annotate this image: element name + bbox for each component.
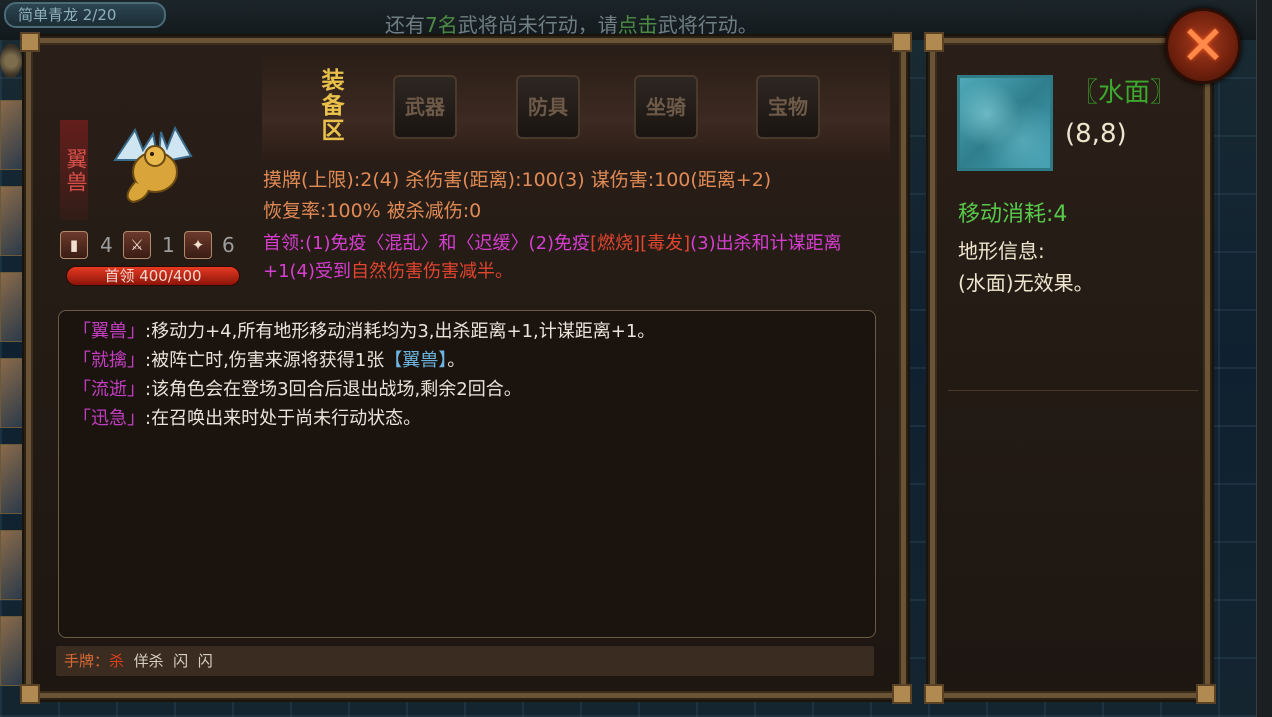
equipment-title: 装备区 (317, 67, 343, 143)
skill-row: 「翼兽」:移动力+4,所有地形移动消耗均为3,出杀距离+1,计谋距离+1。 (73, 317, 861, 346)
turn-notice: 还有7名武将尚未行动，请点击武将行动。 (385, 10, 845, 40)
stage-indicator: 简单青龙 2/20 (4, 2, 166, 28)
card-count: 4 (100, 233, 113, 257)
winged-beast-portrait (113, 125, 193, 204)
treasure-slot[interactable]: 宝物 (756, 75, 820, 139)
ability-part-1: 首领:(1)免疫〈混乱〉和〈迟缓〉(2)免疫 (263, 233, 591, 254)
skill-count: 6 (222, 233, 235, 257)
panel-corner (20, 684, 40, 704)
notice-after: 武将行动。 (657, 13, 758, 37)
attributes-line-2: 恢复率:100% 被杀减伤:0 (263, 200, 482, 222)
hand-bar: 手牌：杀 佯杀 闪 闪 (56, 646, 874, 676)
skill-text: :该角色会在登场3回合后退出战场,剩余2回合。 (145, 379, 522, 400)
move-cost: 移动消耗:4 (958, 202, 1068, 227)
panel-corner (924, 684, 944, 704)
skill-row: 「流逝」:该角色会在登场3回合后退出战场,剩余2回合。 (73, 375, 861, 404)
skills-box: 「翼兽」:移动力+4,所有地形移动消耗均为3,出杀距离+1,计谋距离+1。 「就… (58, 310, 876, 638)
portrait-thumb[interactable] (0, 530, 24, 600)
weapon-slot[interactable]: 武器 (393, 75, 457, 139)
terrain-coord: (8,8) (1065, 119, 1127, 149)
card-icon: ▮ (60, 231, 88, 259)
panel-corner (892, 684, 912, 704)
skill-row: 「就擒」:被阵亡时,伤害来源将获得1张【翼兽】。 (73, 346, 861, 375)
skill-tail: 。 (447, 350, 466, 371)
skill-text: :在召唤出来时处于尚未行动状态。 (145, 408, 422, 429)
attributes-line-1: 摸牌(上限):2(4) 杀伤害(距离):100(3) 谋伤害:100(距离+2) (263, 169, 772, 191)
panel-corner (924, 32, 944, 52)
terrain-info-text: (水面)无效果。 (958, 271, 1094, 295)
hand-card[interactable]: 闪 (173, 652, 188, 670)
hp-bar: 首领 400/400 (66, 266, 240, 286)
portrait-thumb[interactable] (0, 358, 24, 428)
terrain-info-label: 地形信息: (958, 239, 1045, 263)
sword-icon: ⚔ (123, 231, 151, 259)
skill-icon: ✦ (184, 231, 212, 259)
skill-text: :被阵亡时,伤害来源将获得1张 (145, 350, 385, 371)
skill-highlight: 【翼兽】 (384, 350, 448, 371)
skill-name: 「翼兽」 (73, 321, 145, 342)
terrain-name: 〖水面〗 (1072, 78, 1177, 108)
notice-click: 点击 (617, 13, 658, 37)
portrait-thumb[interactable] (0, 616, 24, 686)
hand-card[interactable]: 佯杀 (134, 652, 164, 670)
panel-corner (1196, 684, 1216, 704)
ability-burn: [燃烧][毒发] (590, 233, 691, 254)
skill-name: 「迅急」 (73, 408, 145, 429)
notice-before: 还有 (385, 13, 425, 37)
hand-label: 手牌： (64, 652, 110, 670)
ability-natural: 自然伤害伤害减半。 (351, 261, 514, 282)
portrait-thumb[interactable] (0, 186, 24, 256)
skill-name: 「流逝」 (73, 379, 145, 400)
sword-count: 1 (162, 233, 175, 257)
hand-card[interactable]: 杀 (109, 652, 124, 670)
skill-name: 「就擒」 (73, 350, 145, 371)
left-portrait-column (0, 100, 24, 700)
close-button[interactable]: ✕ (1165, 8, 1241, 84)
hand-card[interactable]: 闪 (198, 652, 213, 670)
armor-slot[interactable]: 防具 (516, 75, 580, 139)
gear-icon[interactable] (0, 44, 22, 78)
portrait-thumb[interactable] (0, 444, 24, 514)
mount-slot[interactable]: 坐骑 (634, 75, 698, 139)
notice-mid: 武将尚未行动，请 (457, 13, 618, 37)
divider (948, 390, 1198, 391)
unit-name: 翼兽 (60, 120, 88, 220)
skill-text: :移动力+4,所有地形移动消耗均为3,出杀距离+1,计谋距离+1。 (145, 321, 656, 342)
panel-corner (892, 32, 912, 52)
skill-row: 「迅急」:在召唤出来时处于尚未行动状态。 (73, 404, 861, 433)
portrait-thumb[interactable] (0, 100, 24, 170)
notice-count: 7名 (425, 13, 458, 37)
portrait-thumb[interactable] (0, 272, 24, 342)
leader-ability: 首领:(1)免疫〈混乱〉和〈迟缓〉(2)免疫[燃烧][毒发](3)出杀和计谋距离… (263, 230, 893, 286)
water-tile-icon (957, 75, 1053, 171)
right-scroll-strip (1256, 0, 1272, 717)
panel-corner (20, 32, 40, 52)
